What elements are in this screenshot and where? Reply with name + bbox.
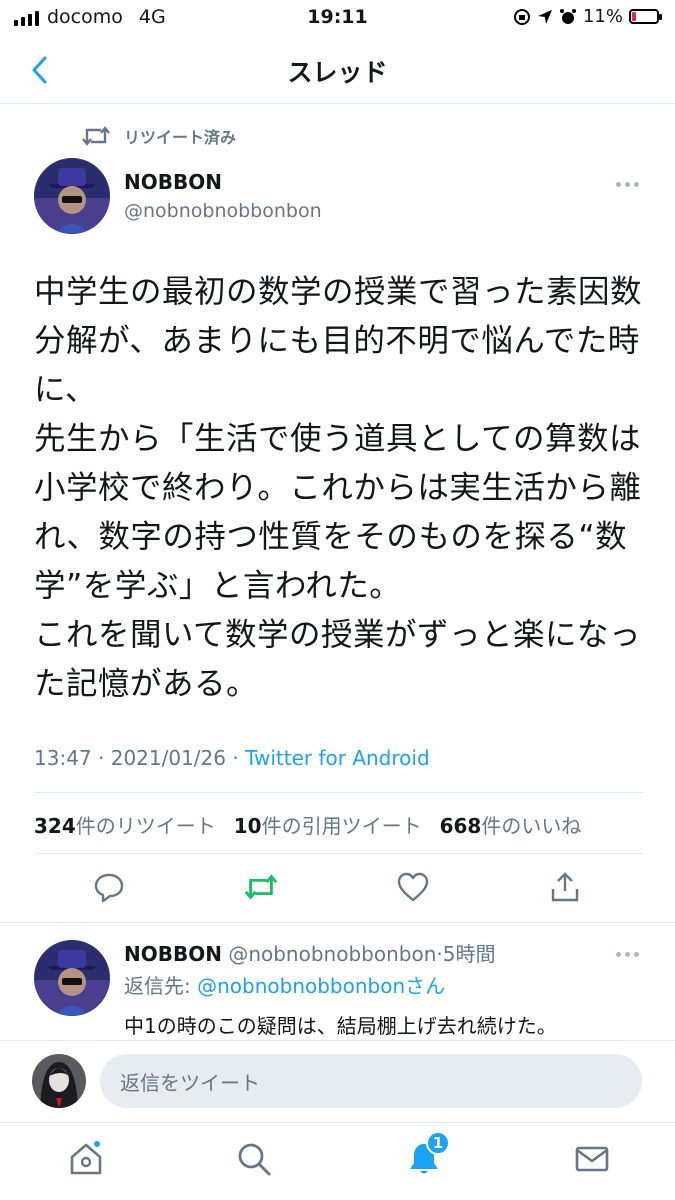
retweet-count: 324 [34, 814, 76, 838]
mail-icon [575, 1146, 609, 1172]
quotes-stat[interactable]: 10件の引用ツイート [234, 810, 422, 839]
avatar-image [32, 1054, 86, 1108]
tweet-actions [0, 866, 675, 910]
reply-text: 中1の時のこの疑問は、結局棚上げ去れ続けた。 [124, 1014, 557, 1038]
like-icon [397, 872, 429, 902]
tweet-text: 中学生の最初の数学の授業で習った素因数 分解が、あまりにも目的不明で悩んでた時 … [34, 268, 649, 709]
quote-count: 10 [233, 814, 262, 838]
avatar-image [34, 940, 110, 1016]
battery-percent: 11% [582, 6, 623, 27]
reply-icon [94, 873, 124, 903]
page-title: スレッド [287, 58, 388, 87]
battery-icon [629, 9, 662, 24]
tab-messages[interactable] [570, 1137, 614, 1181]
tweet-text-line: これを聞いて数学の授業がずっと楽になっ [34, 617, 642, 653]
tab-home[interactable] [64, 1137, 108, 1181]
reply-input[interactable]: 返信をツイート [100, 1054, 642, 1108]
alarm-icon [559, 8, 576, 24]
tweet-stats: 324件のリツイート 10件の引用ツイート 668件のいいね [34, 810, 581, 839]
likes-stat-label: 件のいいね [481, 814, 582, 838]
retweet-button[interactable] [244, 870, 278, 904]
author-name[interactable]: NOBBON [124, 170, 222, 194]
like-count: 668 [439, 814, 482, 838]
tweet-text-line: 分解が、あまりにも目的不明で悩んでた時 [34, 323, 640, 359]
tweet-text-line: 小学校で終わり。これからは実生活から離 [34, 470, 642, 506]
compose-bar: 返信をツイート [0, 1040, 675, 1122]
home-new-dot [92, 1139, 102, 1149]
tweet-time: 13:47 [34, 746, 92, 770]
reply-to-handle[interactable]: @nobnobnobbonbon [197, 974, 405, 998]
my-avatar[interactable] [32, 1054, 86, 1108]
status-bar: docomo 4G 19:11 11% [0, 0, 675, 36]
retweet-icon [244, 874, 278, 900]
reply-button[interactable] [92, 870, 126, 904]
search-icon [238, 1143, 271, 1176]
tweet-text-line: 先生から「生活で使う道具としての算数は [34, 421, 642, 457]
location-icon [537, 9, 552, 24]
likes-stat[interactable]: 668件のいいね [440, 810, 582, 839]
tweet-text-line: た記憶がある。 [34, 666, 259, 702]
reply-more-icon[interactable] [616, 952, 639, 957]
tab-search[interactable] [232, 1137, 276, 1181]
section-divider [0, 922, 675, 923]
retweets-stat-label: 件のリツイート [75, 814, 216, 838]
tab-bar: 1 [0, 1122, 675, 1200]
nav-header: スレッド [0, 36, 675, 104]
reply-author-name[interactable]: NOBBON [124, 942, 222, 966]
tab-notifications[interactable]: 1 [402, 1131, 450, 1181]
tweet-meta: 13:47 · 2021/01/26 · Twitter for Android [34, 746, 430, 770]
status-right: 11% [513, 6, 662, 27]
divider [34, 853, 643, 854]
retweets-stat[interactable]: 324件のリツイート [34, 810, 216, 839]
divider [34, 792, 643, 793]
like-button[interactable] [396, 870, 430, 904]
tweet-text-line: 学”を学ぶ」と言われた。 [34, 568, 402, 604]
tweet-text-line: れ、数字の持つ性質をそのものを探る“数 [34, 519, 628, 555]
author-avatar[interactable] [34, 158, 110, 234]
tweet-client-link[interactable]: Twitter for Android [245, 746, 430, 770]
reply-author-avatar[interactable] [34, 940, 110, 1016]
author-handle[interactable]: @nobnobnobbonbon [124, 200, 322, 222]
reply-to-line: 返信先: @nobnobnobbonbonさん [124, 970, 445, 999]
retweet-label: リツイート済み [124, 128, 237, 147]
reply-author-handle[interactable]: @nobnobnobbonbon [228, 942, 436, 966]
tweet-text-line: 中学生の最初の数学の授業で習った素因数 [34, 274, 643, 310]
share-button[interactable] [548, 870, 582, 904]
retweeted-indicator: リツイート済み [82, 124, 236, 148]
tweet-date: 2021/01/26 [110, 746, 226, 770]
avatar-image [34, 158, 110, 234]
reply-to-prefix: 返信先: [124, 974, 191, 998]
orientation-lock-icon [513, 8, 530, 25]
notifications-badge: 1 [426, 1131, 450, 1155]
reply-to-suffix: さん [405, 974, 446, 998]
more-icon[interactable] [616, 182, 639, 187]
share-icon [551, 872, 579, 902]
tweet-text-line: に、 [34, 372, 98, 408]
retweet-icon [82, 126, 110, 146]
reply-header: NOBBON @nobnobnobbonbon·5時間 [124, 942, 496, 966]
quotes-stat-label: 件の引用ツイート [261, 814, 422, 838]
reply-age: 5時間 [442, 942, 496, 966]
